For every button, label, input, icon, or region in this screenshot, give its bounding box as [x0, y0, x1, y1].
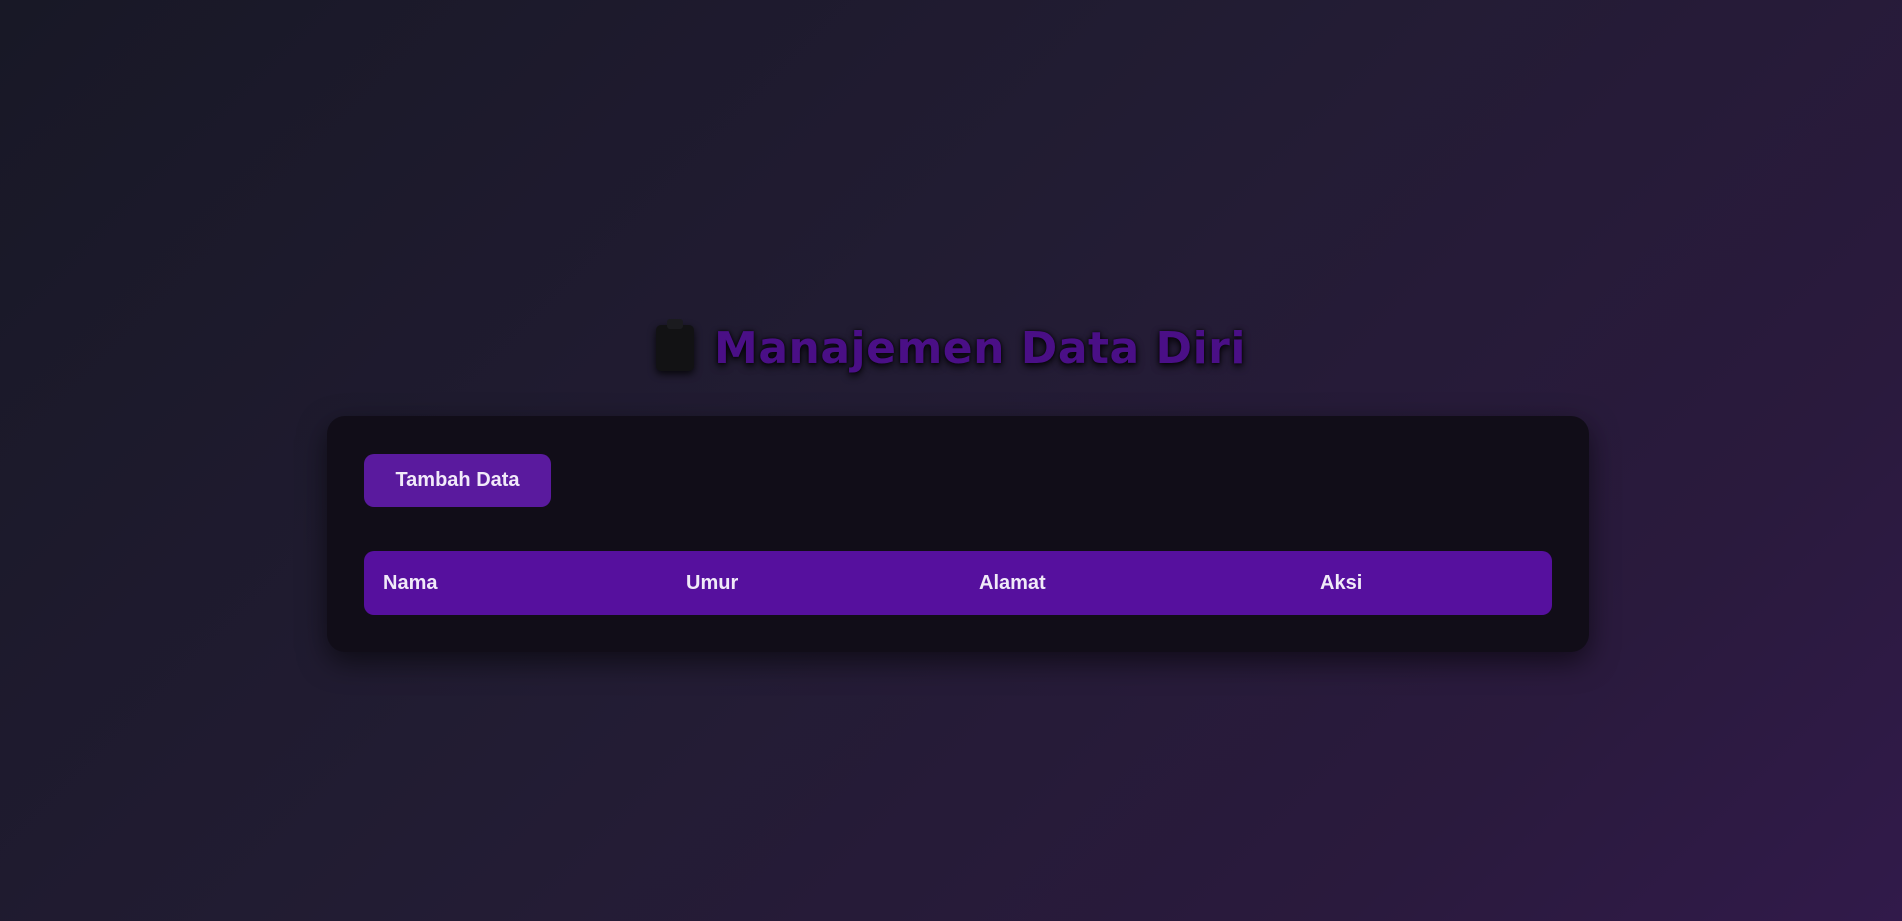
page-title-text: Manajemen Data Diri: [714, 323, 1246, 374]
add-data-button[interactable]: Tambah Data: [364, 454, 551, 507]
column-header-nama: Nama: [383, 572, 438, 594]
page-title: Manajemen Data Diri: [0, 314, 1902, 384]
data-card: Tambah Data Nama Umur Alamat Aksi: [327, 416, 1589, 652]
column-header-alamat: Alamat: [979, 572, 1046, 594]
clipboard-icon: [656, 319, 695, 371]
column-header-aksi: Aksi: [1320, 572, 1363, 594]
column-header-umur: Umur: [686, 572, 739, 594]
table-header: Nama Umur Alamat Aksi: [364, 551, 1552, 615]
